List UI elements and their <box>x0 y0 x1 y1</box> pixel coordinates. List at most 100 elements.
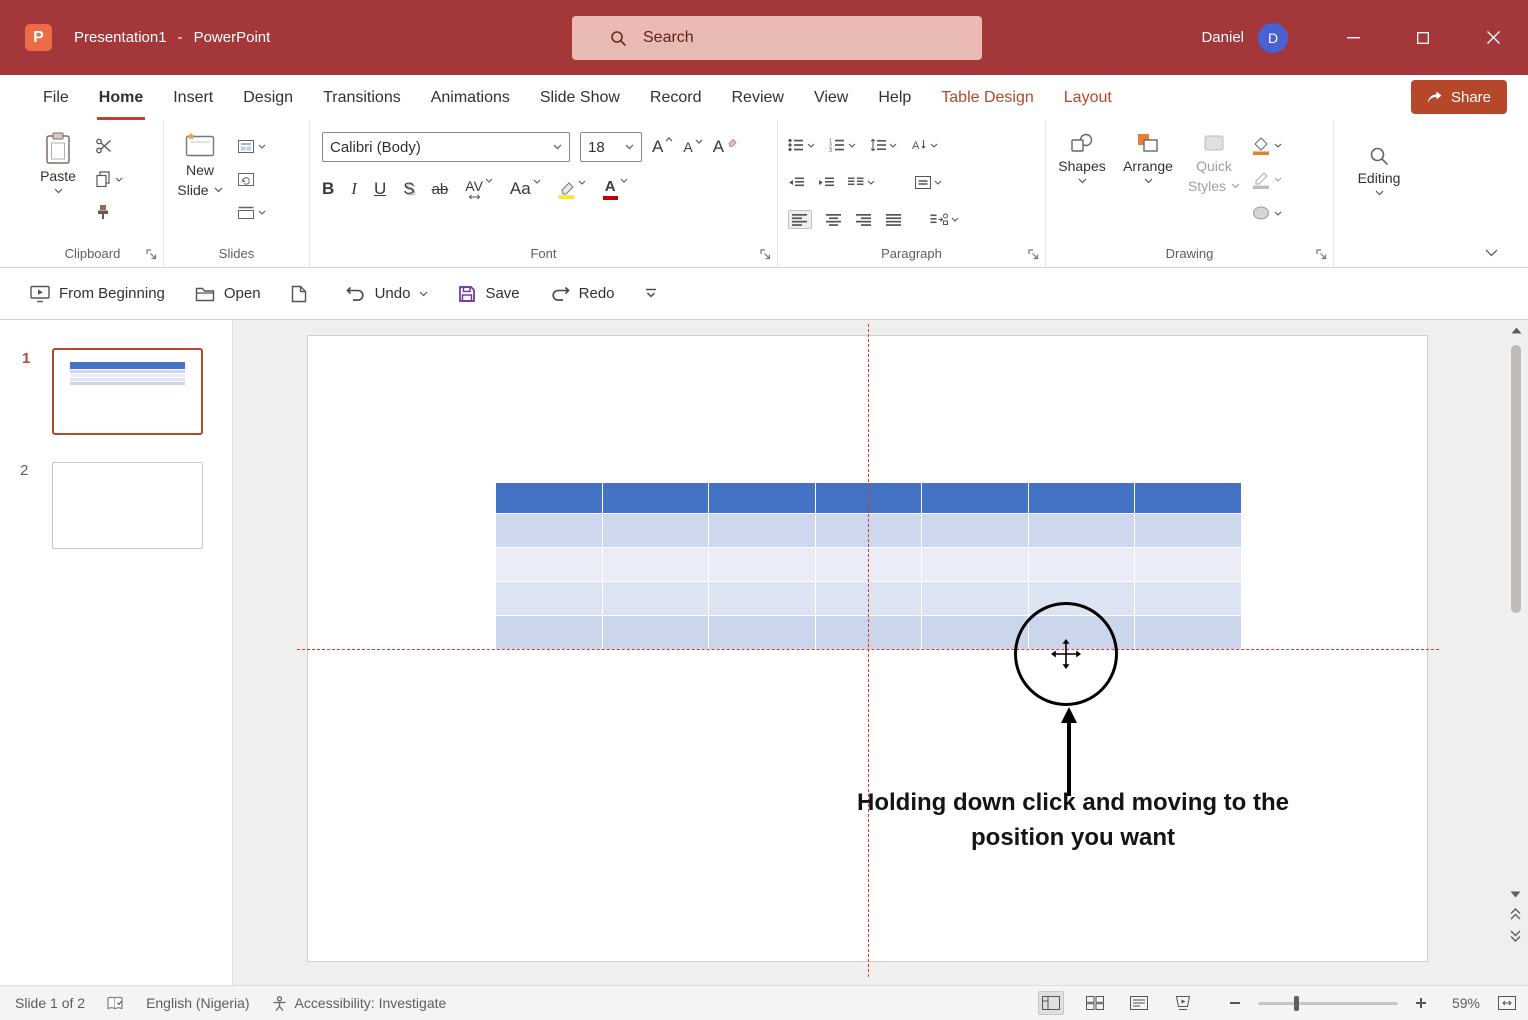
slide-sorter-view-button[interactable] <box>1082 991 1108 1015</box>
table-cell[interactable] <box>816 582 923 615</box>
table-cell[interactable] <box>496 548 603 581</box>
italic-button[interactable]: I <box>351 179 357 199</box>
shape-outline-button[interactable] <box>1252 169 1282 189</box>
font-dialog-launcher[interactable] <box>760 249 771 260</box>
tab-view[interactable]: View <box>799 75 863 120</box>
table-cell[interactable] <box>922 514 1029 547</box>
zoom-slider[interactable] <box>1258 1002 1398 1005</box>
table-cell[interactable] <box>922 582 1029 615</box>
tab-home[interactable]: Home <box>84 75 158 120</box>
text-highlight-button[interactable] <box>558 180 586 199</box>
tab-slide-show[interactable]: Slide Show <box>525 75 635 120</box>
bullets-button[interactable] <box>788 138 815 152</box>
reading-view-button[interactable] <box>1126 991 1152 1015</box>
minimize-button[interactable] <box>1318 0 1388 75</box>
strikethrough-button[interactable]: ab <box>432 181 449 198</box>
collapse-ribbon-button[interactable] <box>1485 249 1498 257</box>
table-cell[interactable] <box>709 582 816 615</box>
tab-record[interactable]: Record <box>635 75 717 120</box>
fit-slide-to-window-button[interactable] <box>1498 996 1516 1010</box>
table-cell[interactable] <box>709 548 816 581</box>
decrease-indent-button[interactable] <box>788 176 804 189</box>
share-button[interactable]: Share <box>1411 80 1507 114</box>
tab-help[interactable]: Help <box>863 75 926 120</box>
table-cell[interactable] <box>922 548 1029 581</box>
zoom-slider-thumb[interactable] <box>1294 996 1299 1011</box>
align-left-button[interactable] <box>788 210 812 229</box>
table-cell[interactable] <box>603 582 710 615</box>
table-cell[interactable] <box>603 548 710 581</box>
align-right-button[interactable] <box>856 213 872 226</box>
table-cell[interactable] <box>922 483 1029 513</box>
font-size-select[interactable]: 18 <box>580 132 642 162</box>
previous-slide-button[interactable] <box>1510 908 1521 920</box>
font-name-select[interactable]: Calibri (Body) <box>322 132 570 162</box>
shapes-button[interactable]: Shapes <box>1054 132 1110 223</box>
tab-transitions[interactable]: Transitions <box>308 75 416 120</box>
table-cell[interactable] <box>496 483 603 513</box>
tab-file[interactable]: File <box>28 75 84 120</box>
bold-button[interactable]: B <box>322 179 334 199</box>
undo-button[interactable]: Undo <box>346 285 429 302</box>
underline-button[interactable]: U <box>374 179 386 199</box>
slideshow-view-button[interactable] <box>1170 991 1196 1015</box>
zoom-level[interactable]: 59% <box>1444 995 1480 1011</box>
shape-effects-button[interactable] <box>1252 203 1282 223</box>
save-button[interactable]: Save <box>458 285 519 303</box>
table-cell[interactable] <box>1135 483 1241 513</box>
tab-layout[interactable]: Layout <box>1049 75 1127 120</box>
table-cell[interactable] <box>816 548 923 581</box>
slide-indicator[interactable]: Slide 1 of 2 <box>15 995 85 1011</box>
character-spacing-button[interactable]: AV <box>465 178 493 200</box>
next-slide-button[interactable] <box>1510 930 1521 942</box>
table-cell[interactable] <box>603 514 710 547</box>
reset-slide-button[interactable] <box>238 169 266 189</box>
from-beginning-button[interactable]: From Beginning <box>30 284 165 303</box>
powerpoint-logo[interactable]: P <box>25 24 52 51</box>
accessibility-status[interactable]: Accessibility: Investigate <box>272 995 447 1011</box>
table-cell[interactable] <box>1135 582 1241 615</box>
text-direction-button[interactable]: A <box>911 138 938 152</box>
clear-formatting-button[interactable]: A <box>713 137 737 157</box>
slide-layout-button[interactable] <box>238 136 266 156</box>
table-cell[interactable] <box>816 483 923 513</box>
table-cell[interactable] <box>709 483 816 513</box>
table-cell[interactable] <box>816 616 923 649</box>
tab-table-design[interactable]: Table Design <box>926 75 1049 120</box>
table-cell[interactable] <box>1029 548 1136 581</box>
language-selector[interactable]: English (Nigeria) <box>146 995 249 1011</box>
quick-styles-button[interactable]: Quick Styles <box>1186 132 1242 223</box>
section-button[interactable] <box>238 202 266 222</box>
clipboard-dialog-launcher[interactable] <box>146 249 157 260</box>
table-cell[interactable] <box>496 616 603 649</box>
close-button[interactable] <box>1458 0 1528 75</box>
tab-animations[interactable]: Animations <box>416 75 525 120</box>
text-shadow-button[interactable]: S <box>403 179 414 199</box>
redo-button[interactable]: Redo <box>550 285 615 302</box>
tab-insert[interactable]: Insert <box>158 75 228 120</box>
table-cell[interactable] <box>816 514 923 547</box>
convert-to-smartart-button[interactable] <box>930 213 959 226</box>
scroll-up-button[interactable] <box>1511 327 1522 334</box>
cut-button[interactable] <box>96 136 123 156</box>
table-cell[interactable] <box>603 483 710 513</box>
decrease-font-size-button[interactable]: A <box>683 139 702 155</box>
tab-design[interactable]: Design <box>228 75 308 120</box>
copy-button[interactable] <box>96 169 123 189</box>
spell-check-icon[interactable] <box>107 996 124 1011</box>
table-cell[interactable] <box>1135 616 1241 649</box>
change-case-button[interactable]: Aa <box>510 179 541 199</box>
shape-fill-button[interactable] <box>1252 135 1282 155</box>
search-box[interactable]: Search <box>572 16 982 60</box>
user-avatar[interactable]: D <box>1258 23 1288 53</box>
paste-button[interactable]: Paste <box>30 132 86 222</box>
zoom-out-button[interactable] <box>1230 1002 1240 1005</box>
table-cell[interactable] <box>709 616 816 649</box>
tab-review[interactable]: Review <box>717 75 799 120</box>
table-cell[interactable] <box>1029 514 1136 547</box>
customize-toolbar-button[interactable] <box>645 288 657 299</box>
vertical-guide[interactable] <box>868 324 869 977</box>
scrollbar-thumb[interactable] <box>1511 345 1521 613</box>
increase-font-size-button[interactable]: A <box>652 137 673 157</box>
table-cell[interactable] <box>709 514 816 547</box>
